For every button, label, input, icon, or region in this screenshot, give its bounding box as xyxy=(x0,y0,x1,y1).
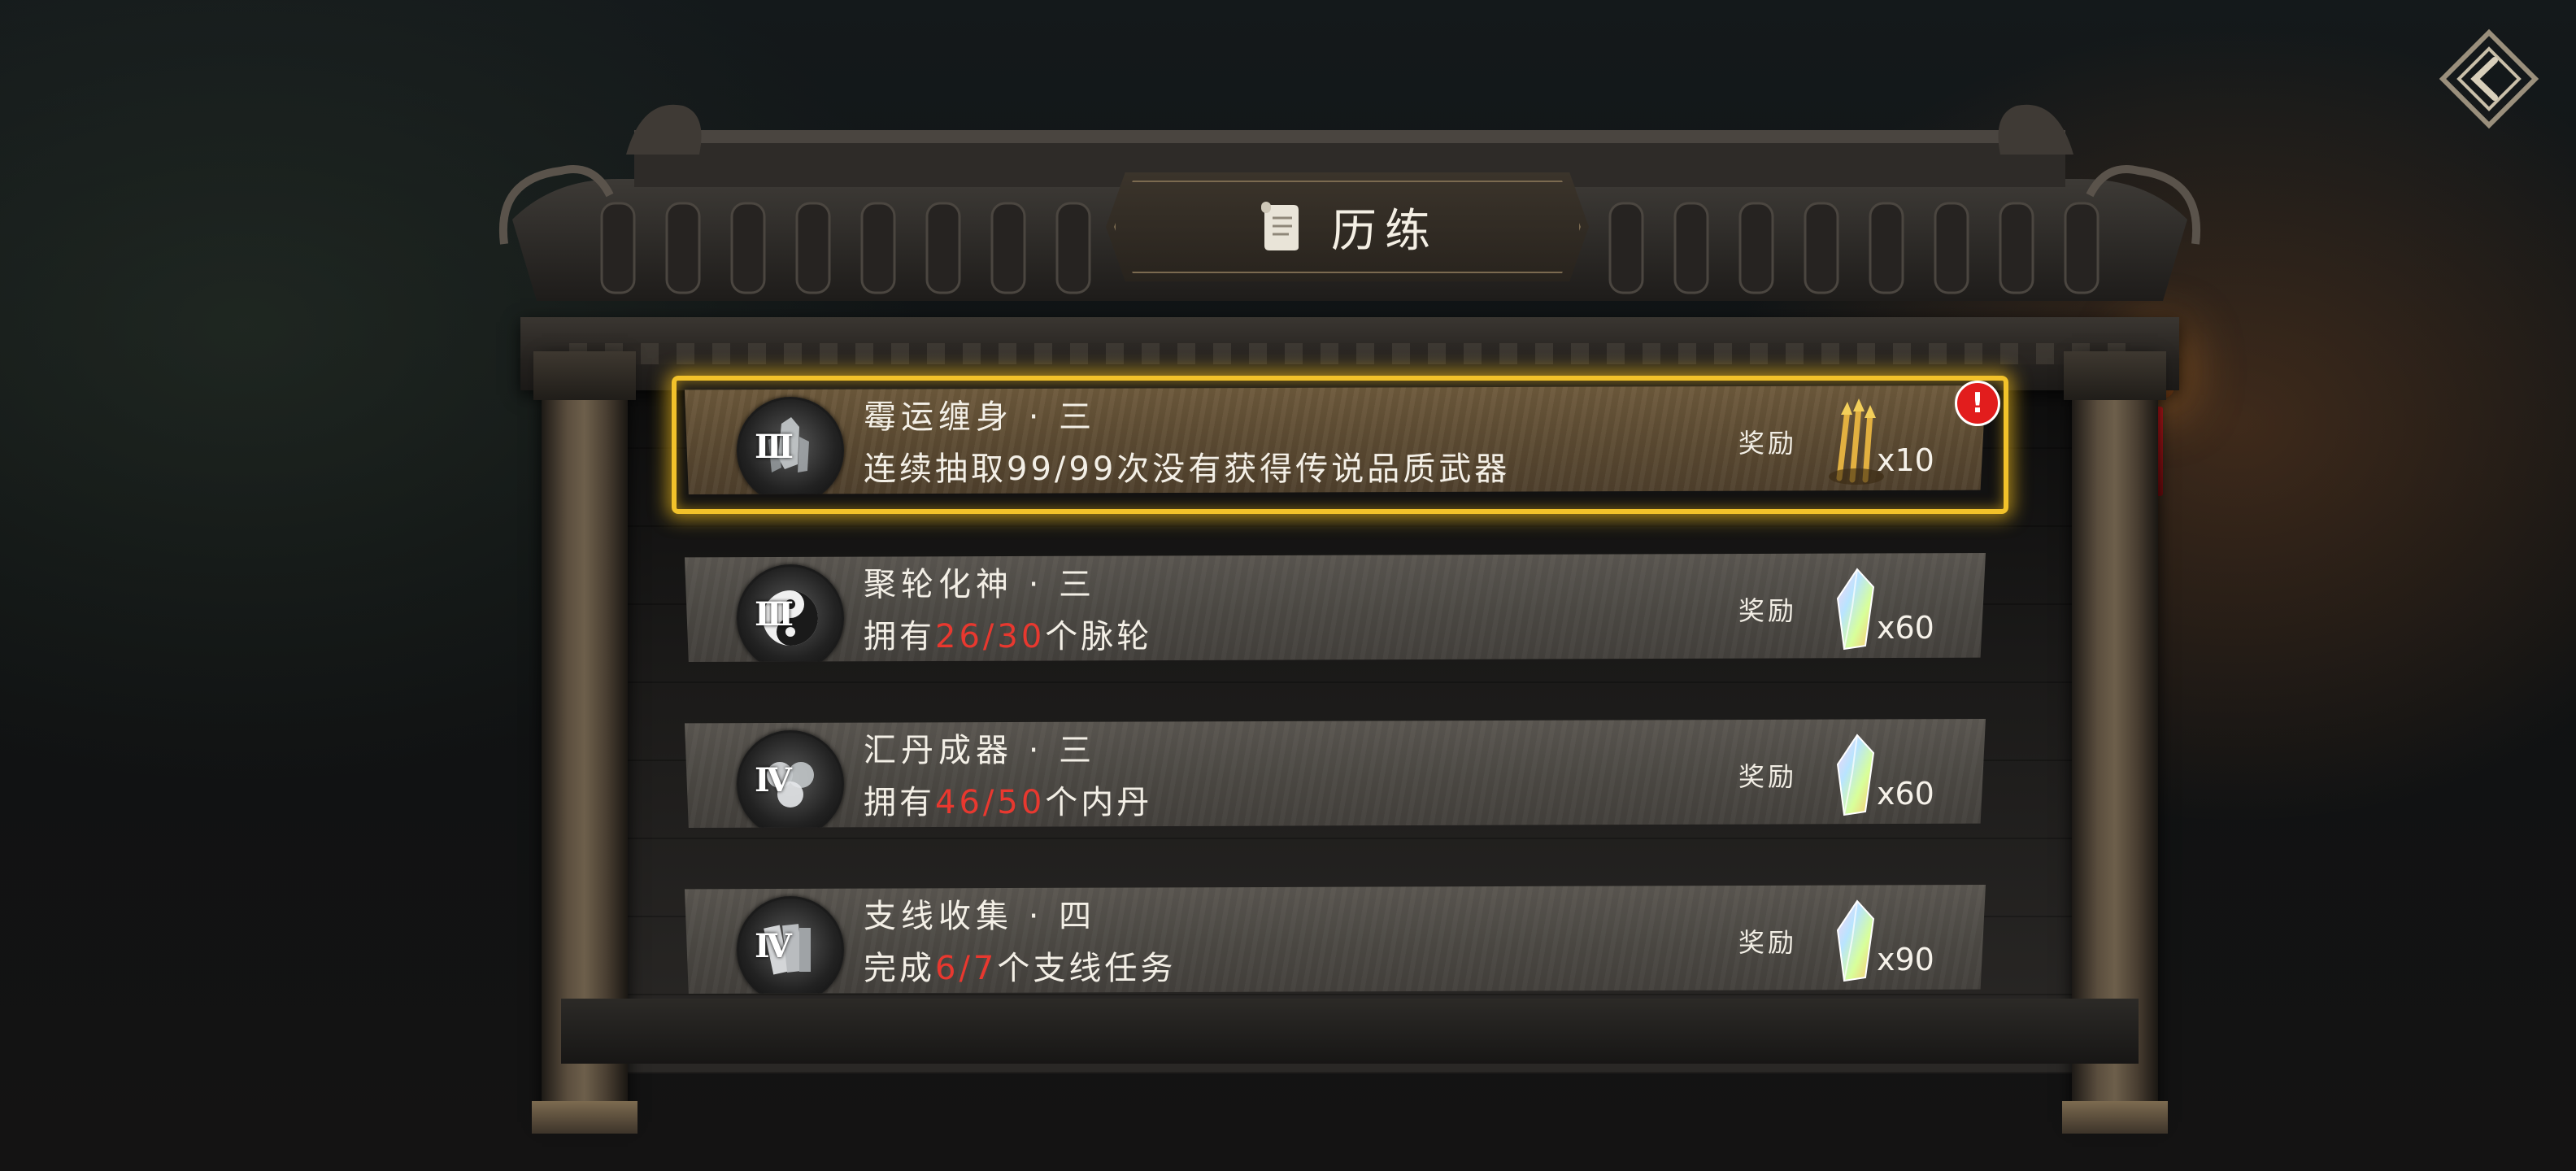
task-description: 拥有46/50个内丹 xyxy=(864,784,1153,821)
tier-badge: IV xyxy=(755,927,792,965)
alert-badge: ! xyxy=(1955,381,2000,426)
task-card[interactable]: III 聚轮化神 · 三 拥有26/30个脉轮 奖励 x60 xyxy=(685,553,1986,662)
task-description: 连续抽取99/99次没有获得传说品质武器 xyxy=(864,451,1511,488)
scroll-book-icon xyxy=(737,896,844,994)
task-name: 霉运缠身 · 三 xyxy=(864,398,1097,436)
stone-base xyxy=(561,999,2139,1064)
reward-label: 奖励 xyxy=(1738,761,1798,792)
reward-quantity: x60 xyxy=(1877,776,1934,812)
task-name: 支线收集 · 四 xyxy=(864,898,1097,935)
task-name: 聚轮化神 · 三 xyxy=(864,566,1097,603)
task-card[interactable]: IV 汇丹成器 · 三 拥有46/50个内丹 奖励 x60 xyxy=(685,719,1986,828)
title-plaque: 历练 xyxy=(1106,172,1589,281)
diamond-back-arrow-icon xyxy=(2439,28,2539,129)
task-card[interactable]: III 霉运缠身 · 三 连续抽取99/99次没有获得传说品质武器 奖励 x10 xyxy=(685,385,1986,494)
tier-badge: IV xyxy=(755,761,792,799)
task-description: 拥有26/30个脉轮 xyxy=(864,618,1153,655)
reward-quantity: x10 xyxy=(1877,442,1934,478)
reward-label: 奖励 xyxy=(1738,428,1798,459)
reward-quantity: x90 xyxy=(1877,942,1934,977)
scroll-icon xyxy=(1256,200,1302,254)
reward-label: 奖励 xyxy=(1738,595,1798,626)
reward-label: 奖励 xyxy=(1738,927,1798,958)
triple-orb-icon xyxy=(737,730,844,828)
task-description: 完成6/7个支线任务 xyxy=(864,950,1177,987)
back-button[interactable] xyxy=(2436,26,2542,132)
tier-badge: III xyxy=(755,595,794,633)
task-name: 汇丹成器 · 三 xyxy=(864,732,1097,769)
task-card[interactable]: IV 支线收集 · 四 完成6/7个支线任务 奖励 x90 xyxy=(685,885,1986,994)
reward-quantity: x60 xyxy=(1877,610,1934,646)
tier-badge: III xyxy=(755,428,794,466)
page-title: 历练 xyxy=(1331,204,1438,258)
